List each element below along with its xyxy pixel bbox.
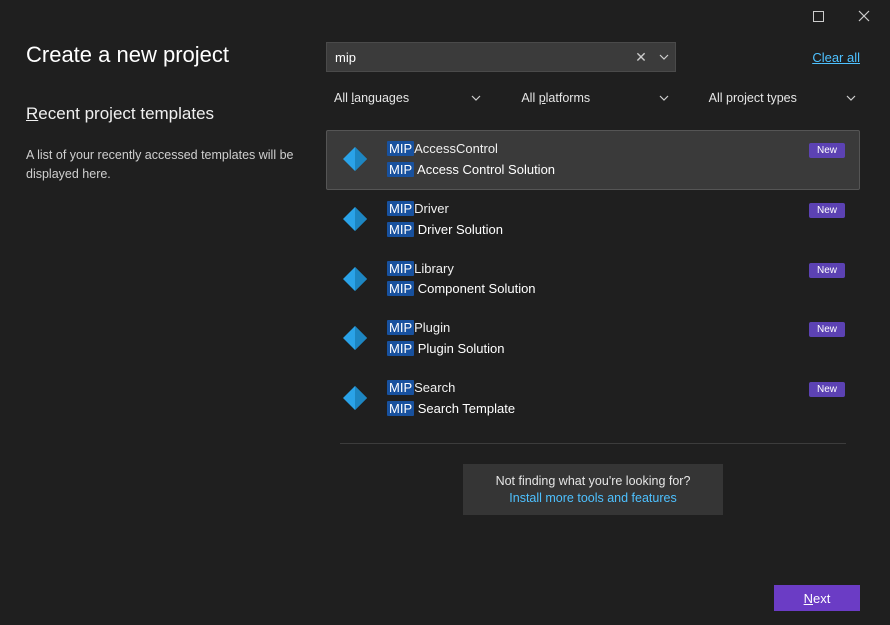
chevron-down-icon <box>471 95 481 101</box>
recent-templates-heading: Recent project templates <box>26 104 326 124</box>
filter-languages[interactable]: All languages <box>326 84 485 112</box>
search-input[interactable] <box>327 50 629 65</box>
template-item[interactable]: MIPDriver MIP Driver Solution New <box>326 190 860 250</box>
search-dropdown-button[interactable] <box>653 43 675 71</box>
filter-platforms[interactable]: All platforms <box>513 84 672 112</box>
template-subtitle: MIP Access Control Solution <box>387 162 799 179</box>
dialog-footer: Next <box>0 571 890 625</box>
page-title: Create a new project <box>26 42 326 68</box>
template-subtitle: MIP Plugin Solution <box>387 341 799 358</box>
template-text: MIPLibrary MIP Component Solution <box>387 261 799 299</box>
left-panel: Create a new project Recent project temp… <box>26 32 326 571</box>
results-list: MIPAccessControl MIP Access Control Solut… <box>326 130 860 429</box>
search-clear-icon[interactable]: ✕ <box>629 49 653 66</box>
template-text: MIPSearch MIP Search Template <box>387 380 799 418</box>
template-icon <box>341 265 369 293</box>
not-found-text: Not finding what you're looking for? <box>475 474 711 488</box>
chevron-down-icon <box>659 95 669 101</box>
new-badge: New <box>809 322 845 337</box>
chevron-down-icon <box>846 95 856 101</box>
install-more-link[interactable]: Install more tools and features <box>475 491 711 505</box>
not-found-panel: Not finding what you're looking for? Ins… <box>463 464 723 515</box>
clear-all-link[interactable]: Clear all <box>812 50 860 65</box>
template-subtitle: MIP Driver Solution <box>387 222 799 239</box>
window-titlebar <box>0 0 890 32</box>
window-close-button[interactable] <box>841 2 886 30</box>
template-subtitle: MIP Component Solution <box>387 281 799 298</box>
template-icon <box>341 145 369 173</box>
new-badge: New <box>809 263 845 278</box>
template-title: MIPDriver <box>387 201 799 218</box>
template-text: MIPPlugin MIP Plugin Solution <box>387 320 799 358</box>
search-box[interactable]: ✕ <box>326 42 676 72</box>
new-badge: New <box>809 143 845 158</box>
template-text: MIPDriver MIP Driver Solution <box>387 201 799 239</box>
template-item[interactable]: MIPLibrary MIP Component Solution New <box>326 250 860 310</box>
template-title: MIPAccessControl <box>387 141 799 158</box>
template-text: MIPAccessControl MIP Access Control Solut… <box>387 141 799 179</box>
chevron-down-icon <box>659 54 669 60</box>
new-badge: New <box>809 203 845 218</box>
right-panel: ✕ Clear all All languages All platforms … <box>326 32 860 571</box>
recent-templates-empty-text: A list of your recently accessed templat… <box>26 146 306 184</box>
template-icon <box>341 205 369 233</box>
template-icon <box>341 384 369 412</box>
next-button[interactable]: Next <box>774 585 860 611</box>
template-item[interactable]: MIPAccessControl MIP Access Control Solut… <box>326 130 860 190</box>
template-subtitle: MIP Search Template <box>387 401 799 418</box>
template-icon <box>341 324 369 352</box>
template-title: MIPSearch <box>387 380 799 397</box>
template-title: MIPLibrary <box>387 261 799 278</box>
template-item[interactable]: MIPSearch MIP Search Template New <box>326 369 860 429</box>
results-divider <box>340 443 846 444</box>
filter-project-types[interactable]: All project types <box>701 84 860 112</box>
template-title: MIPPlugin <box>387 320 799 337</box>
new-badge: New <box>809 382 845 397</box>
window-maximize-button[interactable] <box>796 2 841 30</box>
template-item[interactable]: MIPPlugin MIP Plugin Solution New <box>326 309 860 369</box>
